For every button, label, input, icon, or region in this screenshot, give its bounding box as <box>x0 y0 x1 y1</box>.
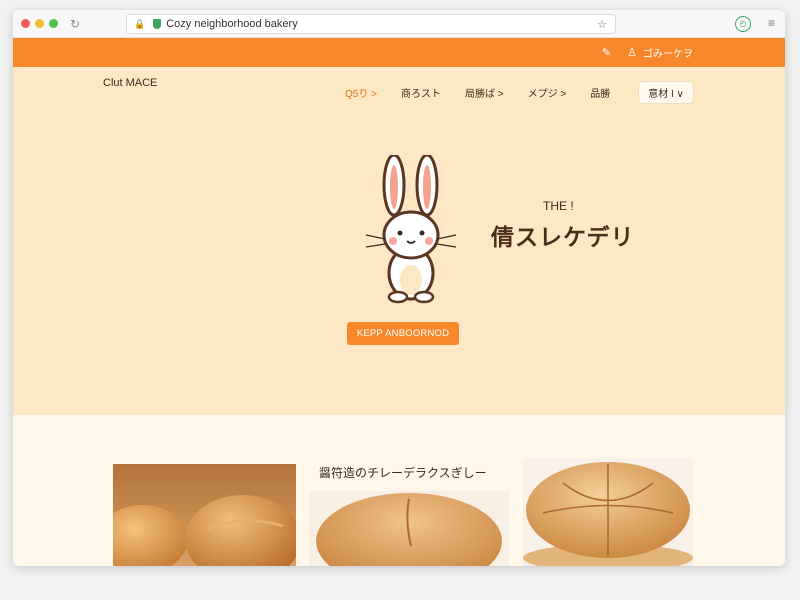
bread-rolls-image <box>113 495 296 566</box>
maximize-window-button[interactable] <box>49 19 58 28</box>
bookmark-star-icon[interactable]: ☆ <box>597 18 607 31</box>
browser-menu-icon[interactable]: ≡ <box>768 16 775 30</box>
products-section: 醤符造のチレーデラクスぎしー <box>13 415 785 566</box>
top-utility-bar: ✎ ♙ ゴみーケヲ <box>13 38 785 67</box>
bread-round-image <box>523 462 693 566</box>
nav-item-4[interactable]: メプジ > <box>528 85 567 100</box>
hero-section: Clut MACE Q5り > 商ろスト 局勝ば > メプジ > 品勝 意材 I… <box>13 67 785 415</box>
hero-cta-button[interactable]: KEPP ANBOORNOD <box>347 322 459 345</box>
bread-photo-loaf[interactable] <box>309 491 509 566</box>
section-heading: 醤符造のチレーデラクスぎしー <box>319 466 487 480</box>
user-icon[interactable]: ♙ <box>627 46 637 59</box>
reload-icon[interactable]: ↻ <box>70 17 80 31</box>
browser-window: ↻ 🔒 Cozy neighborhood bakery ☆ ◴ ≡ ✎ ♙ ゴ… <box>13 10 785 566</box>
hero-title: 倩スレケデリ <box>491 224 635 250</box>
lock-icon: 🔒 <box>134 18 146 29</box>
bread-photo-round[interactable] <box>523 458 693 566</box>
main-nav: Q5り > 商ろスト 局勝ば > メプジ > 品勝 意材 I ∨ <box>345 81 694 104</box>
nav-item-2[interactable]: 商ろスト <box>401 85 441 100</box>
minimize-window-button[interactable] <box>35 19 44 28</box>
bread-photo-rolls[interactable] <box>113 464 296 566</box>
hero-subtitle: THE ! <box>543 199 574 213</box>
bread-loaf-image <box>316 493 502 566</box>
pencil-icon[interactable]: ✎ <box>602 46 611 59</box>
language-dropdown[interactable]: 意材 I ∨ <box>638 81 694 104</box>
site-logo[interactable]: Clut MACE <box>103 77 157 89</box>
browser-toolbar: ↻ 🔒 Cozy neighborhood bakery ☆ ◴ ≡ <box>13 10 785 38</box>
nav-item-3[interactable]: 局勝ば > <box>465 85 504 100</box>
nav-item-5[interactable]: 品勝 <box>590 85 610 100</box>
address-text: Cozy neighborhood bakery <box>166 18 298 30</box>
bunny-mascot-illustration <box>365 155 457 304</box>
account-link[interactable]: ゴみーケヲ <box>643 45 693 60</box>
address-bar[interactable]: 🔒 Cozy neighborhood bakery ☆ <box>126 14 616 34</box>
close-window-button[interactable] <box>21 19 30 28</box>
shield-icon <box>153 19 162 29</box>
extension-icon[interactable]: ◴ <box>735 16 751 32</box>
nav-item-1[interactable]: Q5り > <box>345 85 377 100</box>
